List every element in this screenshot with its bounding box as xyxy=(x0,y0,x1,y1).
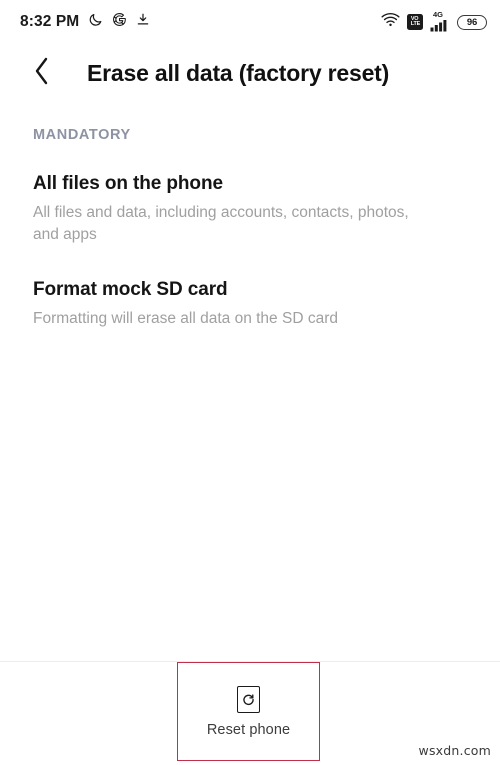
status-bar-left: 8:32 PM xyxy=(20,12,150,32)
list-item-subtitle: Formatting will erase all data on the SD… xyxy=(33,309,338,327)
list-item-title: Format mock SD card xyxy=(33,278,228,300)
battery-level-label: 96 xyxy=(466,16,478,28)
list-item-subtitle: All files and data, including accounts, … xyxy=(33,203,409,243)
google-g-icon xyxy=(112,12,127,32)
app-bar: Erase all data (factory reset) xyxy=(0,44,500,102)
reset-phone-label: Reset phone xyxy=(206,721,291,738)
reset-phone-icon xyxy=(237,685,260,713)
status-clock: 8:32 PM xyxy=(20,13,80,30)
section-header-mandatory: MANDATORY xyxy=(33,127,131,143)
list-item-title: All files on the phone xyxy=(33,173,223,194)
wifi-icon xyxy=(381,12,400,32)
cellular-signal-icon: 4G xyxy=(430,10,450,32)
watermark: wsxdn.com xyxy=(418,743,491,758)
reset-phone-button[interactable]: Reset phone xyxy=(177,662,320,761)
chevron-left-icon xyxy=(32,56,52,91)
volte-icon: VO LTE xyxy=(407,14,423,30)
volte-icon-bottom-label: LTE xyxy=(410,21,420,27)
list-item[interactable]: All files on the phone All files and dat… xyxy=(0,172,500,246)
status-bar: 8:32 PM VO LTE 4G 96 xyxy=(0,0,500,44)
network-type-label: 4G xyxy=(433,10,444,19)
status-bar-right: VO LTE 4G 96 xyxy=(381,10,487,32)
main-content: MANDATORY All files on the phone All fil… xyxy=(0,102,500,362)
page-title: Erase all data (factory reset) xyxy=(87,59,390,86)
settings-list: All files on the phone All files and dat… xyxy=(0,172,500,330)
moon-icon xyxy=(88,12,103,32)
list-item[interactable]: Format mock SD card Formatting will eras… xyxy=(0,278,500,330)
download-icon xyxy=(136,12,150,32)
battery-icon: 96 xyxy=(457,14,487,30)
back-button[interactable] xyxy=(19,50,65,96)
